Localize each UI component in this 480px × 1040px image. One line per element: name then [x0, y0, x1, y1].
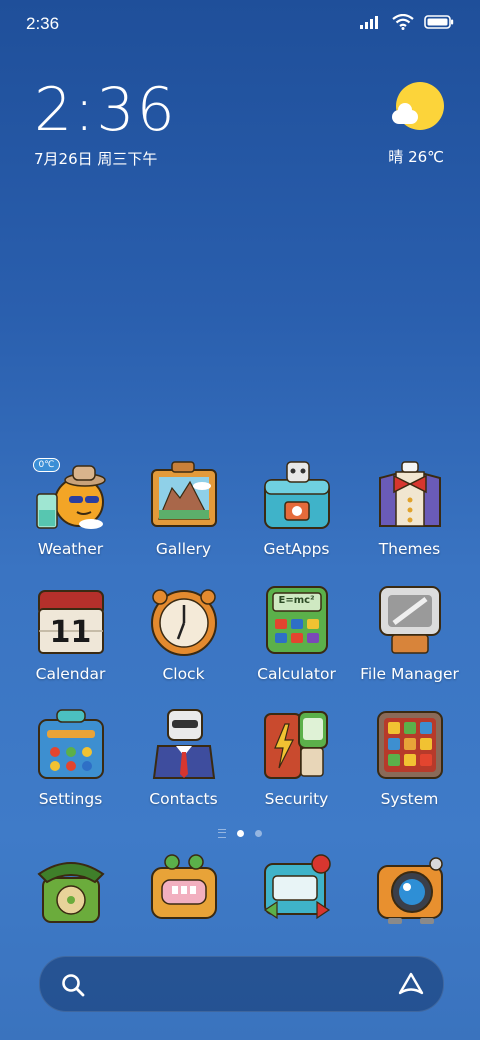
- calendar-icon: 11: [33, 583, 109, 659]
- messaging-icon: [146, 852, 222, 928]
- dock-browser[interactable]: [240, 852, 353, 938]
- app-grid: 0℃ Weather Gallery GetApps Themes 11 Cal…: [14, 458, 466, 814]
- weather-badge: 0℃: [32, 458, 61, 472]
- getapps-icon: [259, 458, 335, 534]
- calendar-day: 11: [49, 615, 92, 650]
- dock-messaging[interactable]: [127, 852, 240, 938]
- themes-icon: [372, 458, 448, 534]
- browser-icon: [259, 852, 335, 928]
- app-settings[interactable]: Settings: [14, 708, 127, 814]
- app-label: Clock: [162, 665, 205, 683]
- app-security[interactable]: Security: [240, 708, 353, 814]
- system-icon: [372, 708, 448, 784]
- app-label: Settings: [38, 790, 103, 808]
- app-label: Contacts: [149, 790, 218, 808]
- app-label: Calendar: [35, 665, 106, 683]
- app-label: Security: [264, 790, 329, 808]
- app-label: File Manager: [360, 665, 459, 683]
- dock-camera[interactable]: [353, 852, 466, 938]
- dock: [14, 852, 466, 938]
- status-time: 2:36: [26, 14, 60, 33]
- battery-icon: [424, 15, 454, 29]
- camera-icon: [372, 852, 448, 928]
- dock-phone[interactable]: [14, 852, 127, 938]
- app-calculator[interactable]: E=mc² Calculator: [240, 583, 353, 689]
- app-getapps[interactable]: GetApps: [240, 458, 353, 564]
- wifi-icon: [392, 14, 414, 30]
- app-label: GetApps: [263, 540, 330, 558]
- settings-icon: [33, 708, 109, 784]
- search-bar[interactable]: [39, 956, 444, 1012]
- status-bar: 2:36: [0, 0, 480, 50]
- signal-icon: [360, 16, 378, 29]
- calculator-icon: E=mc²: [259, 583, 335, 659]
- file-manager-icon: [372, 583, 448, 659]
- app-contacts[interactable]: Contacts: [127, 708, 240, 814]
- app-label: Weather: [37, 540, 104, 558]
- weather-condition-temp: 晴 26℃: [388, 148, 444, 166]
- weather-widget[interactable]: 晴 26℃: [388, 82, 444, 167]
- calculator-formula: E=mc²: [278, 595, 315, 606]
- clock-icon: [146, 583, 222, 659]
- app-label: System: [380, 790, 439, 808]
- app-label: Calculator: [257, 665, 336, 683]
- sun-cloud-icon: [392, 82, 444, 134]
- contacts-icon: [146, 708, 222, 784]
- assistant-icon[interactable]: [397, 971, 425, 997]
- phone-icon: [33, 852, 109, 928]
- gallery-icon: [146, 458, 222, 534]
- app-system[interactable]: System: [353, 708, 466, 814]
- page-indicator[interactable]: [0, 829, 480, 838]
- app-label: Themes: [378, 540, 441, 558]
- page-list-indicator: [218, 829, 226, 838]
- app-calendar[interactable]: 11 Calendar: [14, 583, 127, 689]
- clock-widget[interactable]: 2:36 7月26日 周三下午: [34, 78, 177, 169]
- widget-time: 2:36: [34, 75, 177, 145]
- app-themes[interactable]: Themes: [353, 458, 466, 564]
- security-icon: [259, 708, 335, 784]
- app-clock[interactable]: Clock: [127, 583, 240, 689]
- page-dot: [255, 830, 262, 837]
- app-gallery[interactable]: Gallery: [127, 458, 240, 564]
- app-weather[interactable]: 0℃ Weather: [14, 458, 127, 564]
- weather-icon: 0℃: [32, 458, 109, 534]
- app-file-manager[interactable]: File Manager: [353, 583, 466, 689]
- search-icon[interactable]: [60, 972, 86, 998]
- app-label: Gallery: [155, 540, 212, 558]
- page-dot-active: [237, 830, 244, 837]
- widget-date: 7月26日 周三下午: [34, 150, 158, 168]
- status-icons: [360, 14, 454, 30]
